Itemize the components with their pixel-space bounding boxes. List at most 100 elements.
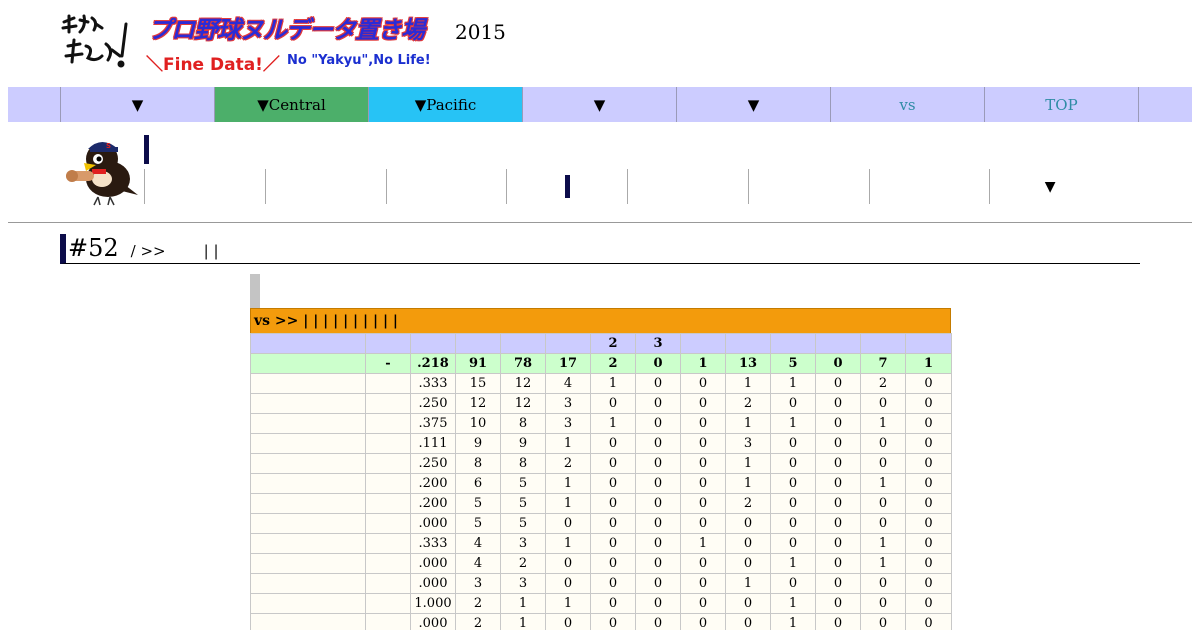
stat-cell: 0	[725, 613, 771, 630]
stat-cell	[770, 333, 816, 354]
team-tab-2[interactable]	[264, 169, 386, 204]
stat-cell: 0	[590, 473, 636, 494]
stat-cell: .000	[410, 553, 456, 574]
nav-item-dropdown-2[interactable]: ▼	[523, 87, 677, 122]
main-nav: ▼ ▼Central ▼Pacific ▼ ▼ vs TOP	[8, 87, 1192, 122]
stat-cell: 0	[680, 573, 726, 594]
stat-cell: 1	[680, 353, 726, 374]
row-label-cell	[250, 413, 366, 434]
stat-cell: 1	[500, 593, 546, 614]
stat-cell: 0	[590, 573, 636, 594]
site-header: プロ野球ヌルデータ置き場 2015 ＼Fine Data!／ No "Yakyu…	[0, 0, 1200, 86]
stat-cell: 1	[905, 353, 952, 374]
stat-cell: .333	[410, 373, 456, 394]
stat-cell: 1	[590, 413, 636, 434]
stat-cell: 1	[545, 433, 591, 454]
stat-cell: 2	[590, 353, 636, 374]
team-tab-7[interactable]	[868, 169, 990, 204]
stat-cell: 0	[635, 473, 681, 494]
stat-cell: 0	[815, 373, 861, 394]
stat-cell: 0	[590, 613, 636, 630]
stat-cell: 0	[815, 513, 861, 534]
stat-cell: 0	[815, 573, 861, 594]
stat-cell: 0	[635, 513, 681, 534]
nav-item-dropdown-1[interactable]: ▼	[61, 87, 215, 122]
stats-table-wrap: vs >> | | | | | | | | | | 2 3- .218 91 78 17 2…	[250, 308, 952, 630]
stat-cell: 0	[680, 553, 726, 574]
nav-item-pacific[interactable]: ▼Pacific	[369, 87, 523, 122]
stat-cell	[680, 333, 726, 354]
stat-cell: 0	[635, 553, 681, 574]
table-header-row: 23	[250, 333, 952, 354]
stat-cell: 0	[905, 393, 952, 414]
stat-cell: 2	[725, 493, 771, 514]
section-marker	[250, 274, 260, 308]
stat-cell	[455, 333, 501, 354]
stat-cell: 1	[725, 453, 771, 474]
stat-cell: 0	[725, 513, 771, 534]
calligraphy-logo[interactable]	[58, 10, 144, 76]
stat-cell: 3	[545, 393, 591, 414]
stat-cell	[365, 473, 411, 494]
stat-cell: 0	[905, 593, 952, 614]
stat-cell	[905, 333, 952, 354]
player-links[interactable]: | |	[204, 242, 219, 260]
row-label-cell	[250, 433, 366, 454]
stat-cell: 5	[455, 493, 501, 514]
team-tab-6[interactable]	[747, 169, 869, 204]
stat-cell: 0	[860, 493, 906, 514]
site-title[interactable]: プロ野球ヌルデータ置き場	[148, 10, 425, 45]
stat-cell: 3	[545, 413, 591, 434]
stat-cell: 0	[590, 513, 636, 534]
stat-cell: 0	[815, 473, 861, 494]
row-label-cell	[250, 513, 366, 534]
table-row: .000 2 1 0 0 0 0 0 1 0 0 0	[250, 613, 952, 630]
stat-cell: 1	[770, 373, 816, 394]
stat-cell: 0	[635, 393, 681, 414]
row-label-cell	[250, 613, 366, 630]
team-dropdown[interactable]: ▼	[989, 169, 1110, 204]
stat-cell: .000	[410, 513, 456, 534]
team-tab-5[interactable]	[627, 169, 748, 204]
stat-cell: 0	[905, 413, 952, 434]
team-tab-1[interactable]	[144, 169, 265, 204]
swallow-mascot-icon[interactable]: S	[62, 135, 140, 207]
row-label-cell	[250, 333, 366, 354]
stat-cell: 0	[680, 393, 726, 414]
stat-cell: 2	[590, 333, 636, 354]
divider	[8, 222, 1192, 223]
stat-cell: 1	[860, 533, 906, 554]
stat-cell: 0	[905, 473, 952, 494]
stat-cell: 0	[905, 513, 952, 534]
slogan-no-yakyu: No "Yakyu",No Life!	[287, 53, 431, 68]
page: プロ野球ヌルデータ置き場 2015 ＼Fine Data!／ No "Yakyu…	[0, 0, 1200, 630]
nav-item-dropdown-3[interactable]: ▼	[677, 87, 831, 122]
stat-cell: 91	[455, 353, 501, 374]
row-label-cell	[250, 593, 366, 614]
stat-cell	[860, 333, 906, 354]
stat-cell: 1.000	[410, 593, 456, 614]
stat-cell	[365, 393, 411, 414]
stat-cell: 0	[635, 573, 681, 594]
stat-cell	[365, 433, 411, 454]
nav-item-central[interactable]: ▼Central	[215, 87, 369, 122]
stat-cell: .000	[410, 573, 456, 594]
stat-cell	[365, 573, 411, 594]
stat-cell: 3	[725, 433, 771, 454]
stat-cell: .218	[410, 353, 456, 374]
player-breadcrumb[interactable]: / >>	[131, 242, 166, 260]
stat-cell	[365, 333, 411, 354]
team-tab-4[interactable]	[506, 169, 627, 204]
nav-item-vs[interactable]: vs	[831, 87, 985, 122]
stat-cell	[815, 333, 861, 354]
stat-cell: 0	[680, 473, 726, 494]
nav-item-top[interactable]: TOP	[985, 87, 1139, 122]
stats-table: 2 3- .218 91 78 17 2 0 1 13 5 0 7 1.333 15 12 4 1 0 0 1 1 0 2 0.…	[250, 333, 952, 630]
stat-cell: 3	[635, 333, 681, 354]
team-tab-3[interactable]	[385, 169, 507, 204]
stat-cell: 8	[455, 453, 501, 474]
stat-cell: 0	[590, 533, 636, 554]
stat-cell: .111	[410, 433, 456, 454]
table-caption[interactable]: vs >> | | | | | | | | | |	[250, 308, 951, 333]
stat-cell: .375	[410, 413, 456, 434]
